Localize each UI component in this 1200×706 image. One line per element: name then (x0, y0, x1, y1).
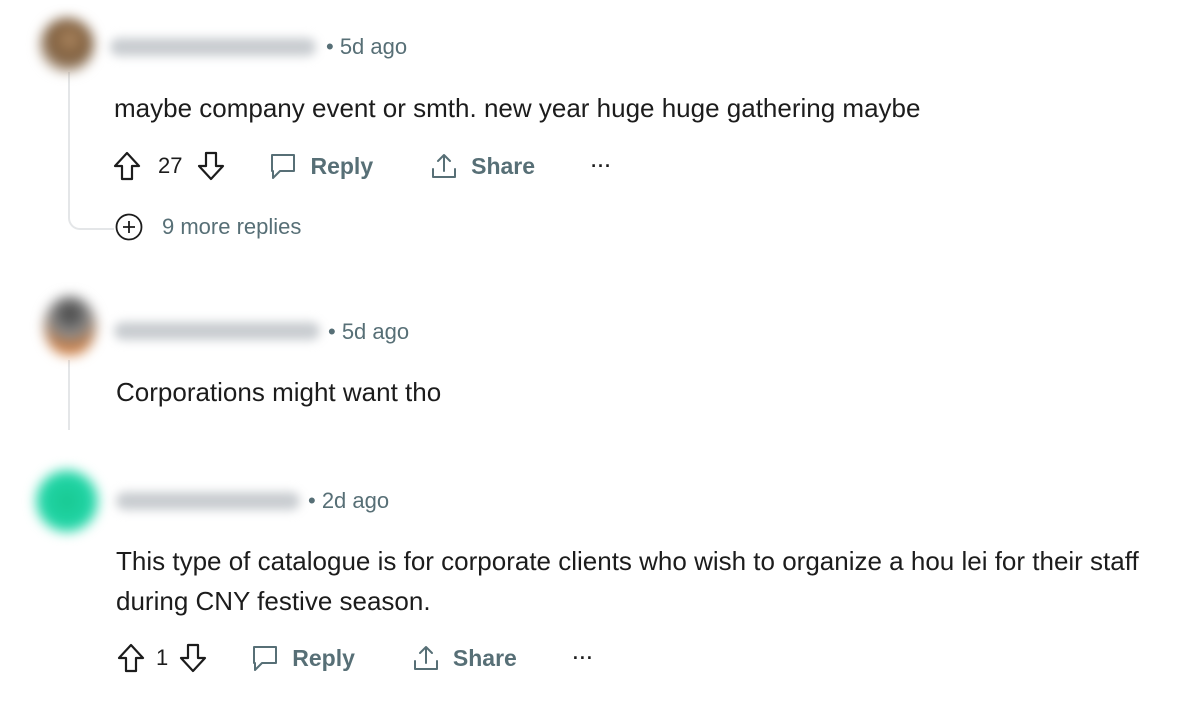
username-redacted[interactable] (110, 38, 316, 56)
vote-score: 27 (158, 153, 183, 178)
thread-line (68, 72, 70, 202)
more-replies-button[interactable]: 9 more replies (114, 212, 301, 242)
comment-timestamp: • 5d ago (328, 319, 410, 344)
avatar[interactable] (44, 296, 96, 356)
comment-actions: 1 Reply Share ··· (116, 638, 594, 678)
username-redacted[interactable] (114, 322, 320, 340)
comment-actions: 27 Reply Share ··· (112, 146, 612, 186)
username-redacted[interactable] (116, 492, 300, 510)
share-label: Share (471, 152, 536, 179)
reply-button[interactable]: Reply (268, 151, 373, 181)
avatar[interactable] (36, 470, 98, 532)
reply-label: Reply (310, 152, 374, 179)
downvote-icon[interactable] (178, 642, 208, 674)
comment-body: This type of catalogue is for corporate … (116, 546, 1139, 616)
reply-label: Reply (292, 644, 355, 671)
comment-timestamp: • 5d ago (326, 34, 408, 59)
comment-body: maybe company event or smth. new year hu… (114, 93, 921, 123)
more-replies-label: 9 more replies (162, 214, 302, 239)
share-icon (432, 154, 457, 178)
overflow-menu-icon[interactable]: ··· (573, 648, 594, 669)
share-icon (413, 646, 438, 670)
comment-bubble-icon (253, 646, 278, 671)
share-button[interactable]: Share (429, 151, 535, 181)
plus-circle-icon (115, 213, 143, 241)
upvote-icon[interactable] (116, 642, 146, 674)
overflow-menu-icon[interactable]: ··· (591, 156, 612, 177)
comment-body: Corporations might want tho (116, 377, 442, 407)
thread-elbow (68, 200, 114, 230)
share-label: Share (452, 644, 517, 671)
downvote-icon[interactable] (196, 150, 226, 182)
reply-button[interactable]: Reply (250, 643, 355, 673)
comment-bubble-icon (271, 154, 296, 179)
avatar[interactable] (40, 18, 94, 72)
comment-timestamp: • 2d ago (308, 488, 390, 513)
vote-score: 1 (156, 645, 169, 670)
share-button[interactable]: Share (411, 643, 517, 673)
upvote-icon[interactable] (112, 150, 142, 182)
thread-line (68, 360, 70, 430)
